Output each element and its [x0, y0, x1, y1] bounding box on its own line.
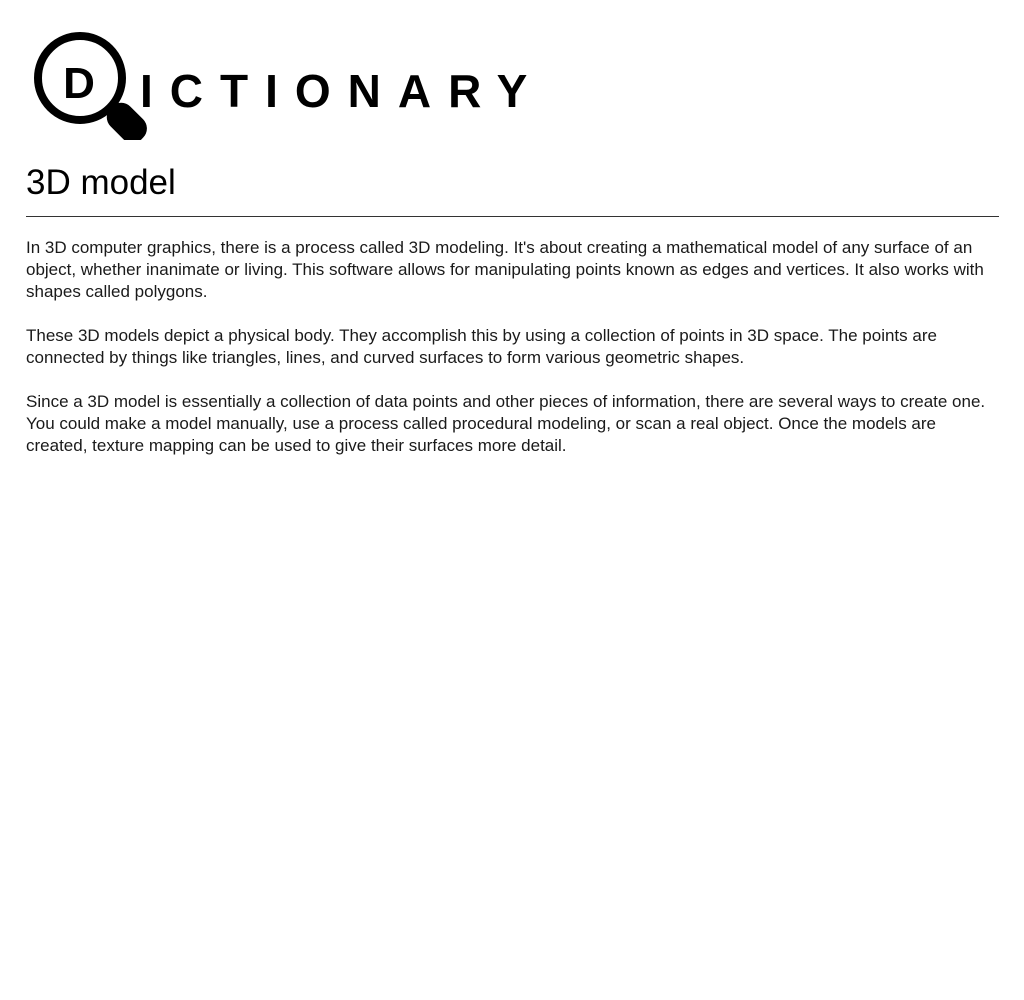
- title-divider: [26, 216, 999, 217]
- logo-wordmark: ICTIONARY: [140, 65, 545, 117]
- article-body: In 3D computer graphics, there is a proc…: [26, 237, 999, 479]
- article-paragraph: In 3D computer graphics, there is a proc…: [26, 238, 984, 301]
- article-paragraph: Since a 3D model is essentially a collec…: [26, 392, 986, 455]
- article-paragraph: These 3D models depict a physical body. …: [26, 326, 937, 367]
- page-title: 3D model: [26, 163, 176, 202]
- site-logo[interactable]: D ICTIONARY: [32, 28, 527, 140]
- logo-letter: D: [63, 59, 95, 108]
